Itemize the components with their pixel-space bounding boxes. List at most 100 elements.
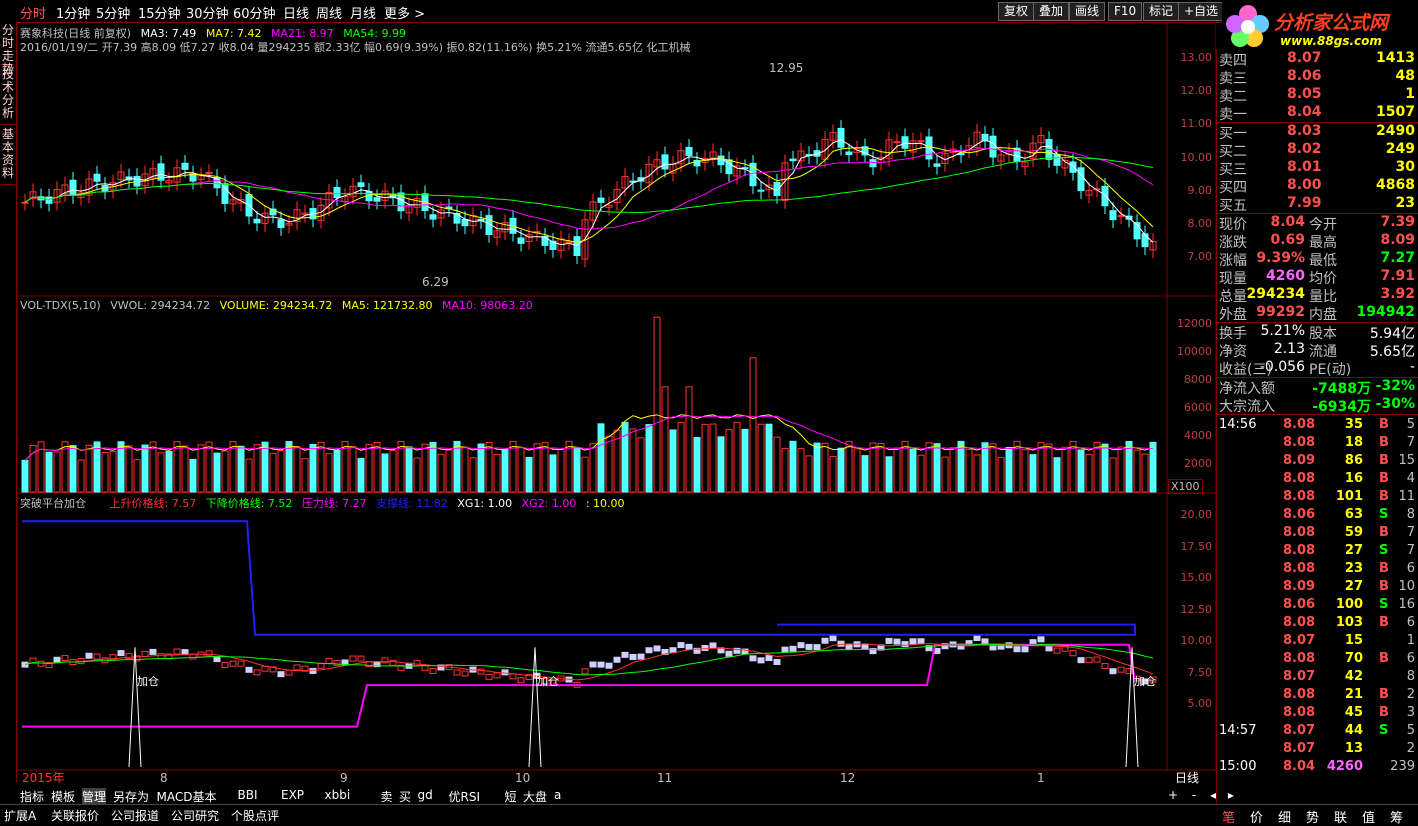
tab-tech-analysis[interactable]: 技术分析 [1, 68, 15, 125]
volume-bar [685, 386, 693, 493]
period-tab-2[interactable]: 5分钟 [96, 3, 130, 22]
right-tab-3[interactable]: 势 [1306, 807, 1319, 826]
indicator-tab-13[interactable]: 大盘 [523, 788, 547, 805]
ind-candle [861, 643, 869, 650]
toolbar-button-5[interactable]: +自选 [1178, 2, 1225, 21]
tick-row: 14:57 8.07 44 S 5 [1217, 723, 1418, 741]
quote-label: 涨跌 [1219, 235, 1247, 251]
indicator-tab-14[interactable]: a [554, 788, 561, 802]
volume-bar [861, 455, 869, 493]
tick-count: 7 [1406, 435, 1415, 450]
period-tab-4[interactable]: 30分钟 [186, 3, 229, 22]
volume-bar [661, 386, 669, 493]
tick-volume: 13 [1344, 741, 1363, 756]
toolbar-button-3[interactable]: F10 [1108, 2, 1143, 21]
indicator-tab-6[interactable]: EXP [281, 788, 304, 802]
quote-value: 9.39% [1256, 250, 1305, 266]
candle-body [789, 158, 797, 162]
ind-y-tick: 10.00 [1180, 634, 1213, 647]
right-tab-5[interactable]: 值 [1362, 807, 1375, 826]
tab-intraday[interactable]: 分时走势 [1, 24, 15, 76]
volume-bar [69, 445, 77, 493]
status-item-0[interactable]: 扩展A [4, 807, 36, 824]
right-tab-6[interactable]: 筹 [1390, 807, 1403, 826]
indicator-tab-5[interactable]: BBI [238, 788, 258, 802]
indicator-tab-1[interactable]: 模板 [51, 788, 75, 805]
indicator-tab-9[interactable]: 买 [399, 788, 411, 805]
tick-price: 8.08 [1283, 651, 1316, 666]
status-item-3[interactable]: 公司研究 [171, 807, 219, 824]
period-tab-8[interactable]: 月线 [350, 3, 376, 22]
ind-candle [317, 662, 325, 669]
ind-candle [805, 643, 813, 650]
volume-bar [1069, 440, 1077, 493]
indicator-tab-4[interactable]: MACD基本 [157, 788, 217, 805]
ind-candle [789, 645, 797, 652]
flow-value: -7488万 [1312, 381, 1371, 397]
status-item-4[interactable]: 个股点评 [231, 807, 279, 824]
high-mark-label: 12.95 [769, 61, 803, 75]
period-tab-6[interactable]: 日线 [283, 3, 309, 22]
right-tab-1[interactable]: 价 [1250, 807, 1263, 826]
ma54-line [24, 156, 1154, 213]
status-item-2[interactable]: 公司报道 [111, 807, 159, 824]
quote-row: 现价 8.04 今开 7.39 [1217, 214, 1418, 233]
xg-spike [128, 647, 142, 768]
toolbar-button-0[interactable]: 复权 [998, 2, 1035, 21]
book-volume: 4868 [1376, 177, 1415, 193]
tab-fundamentals[interactable]: 基本资料 [1, 128, 15, 185]
volume-bar [477, 443, 485, 493]
right-tab-4[interactable]: 联 [1334, 807, 1347, 826]
quote-row: 外盘 99292 内盘 194942 [1217, 304, 1418, 323]
vol-y-tick: 10000 [1177, 345, 1212, 358]
ind-candle [429, 668, 437, 675]
zoom-in-button[interactable]: + [1168, 788, 1178, 802]
tick-volume: 21 [1344, 687, 1363, 702]
fund-row: 换手 5.21% 股本 5.94亿 [1217, 323, 1418, 342]
ind-candle [613, 656, 621, 663]
volume-bar [1045, 443, 1053, 493]
volume-bar [1053, 457, 1061, 493]
ind-candle [1021, 646, 1029, 653]
right-tab-2[interactable]: 细 [1278, 807, 1291, 826]
volume-bar [365, 443, 373, 493]
period-tab-0[interactable]: 分时 [20, 3, 46, 22]
tick-price: 8.04 [1283, 759, 1316, 774]
volume-bar [821, 442, 829, 493]
toolbar-button-4[interactable]: 标记 [1143, 2, 1180, 21]
ind-y-tick: 20.00 [1180, 508, 1213, 521]
indicator-tab-12[interactable]: 短 [505, 788, 517, 805]
status-item-1[interactable]: 关联报价 [51, 807, 99, 824]
volume-bar [829, 455, 837, 493]
indicator-tab-10[interactable]: gd [418, 788, 433, 802]
tick-side: B [1379, 417, 1389, 432]
volume-bar [789, 440, 797, 493]
zoom-out-button[interactable]: - [1192, 788, 1196, 802]
period-tab-5[interactable]: 60分钟 [233, 3, 276, 22]
ind-candle [61, 655, 69, 662]
period-tab-7[interactable]: 周线 [316, 3, 342, 22]
ind-candle [157, 653, 165, 660]
indicator-tab-3[interactable]: 另存为 [113, 788, 149, 805]
tick-price: 8.08 [1283, 687, 1316, 702]
indicator-tab-11[interactable]: 优RSI [449, 788, 481, 805]
indicator-tab-8[interactable]: 卖 [381, 788, 393, 805]
volume-bar [509, 440, 517, 493]
indicator-tab-2[interactable]: 管理 [82, 788, 107, 805]
chart-area[interactable]: 12.95 6.29 加仓 加仓 加仓 2015年 8 9 10 11 12 1 日线 [17, 22, 1216, 786]
indicator-tab-7[interactable]: xbbi [325, 788, 351, 802]
indicator-tab-0[interactable]: 指标 [20, 788, 44, 805]
volume-bar [1133, 449, 1141, 493]
quote-value-2: 3.92 [1380, 286, 1415, 302]
period-tab-3[interactable]: 15分钟 [138, 3, 181, 22]
volume-bar [429, 441, 437, 493]
toolbar-button-2[interactable]: 画线 [1069, 2, 1106, 21]
period-tab-9[interactable]: 更多 > [384, 3, 425, 22]
volume-bar [837, 447, 845, 493]
toolbar-button-1[interactable]: 叠加 [1033, 2, 1070, 21]
right-tab-0[interactable]: 笔 [1222, 807, 1235, 826]
ind-candle [845, 643, 853, 650]
volume-bar [549, 454, 557, 493]
period-tab-1[interactable]: 1分钟 [56, 3, 90, 22]
fund-value: 5.21% [1260, 323, 1305, 339]
